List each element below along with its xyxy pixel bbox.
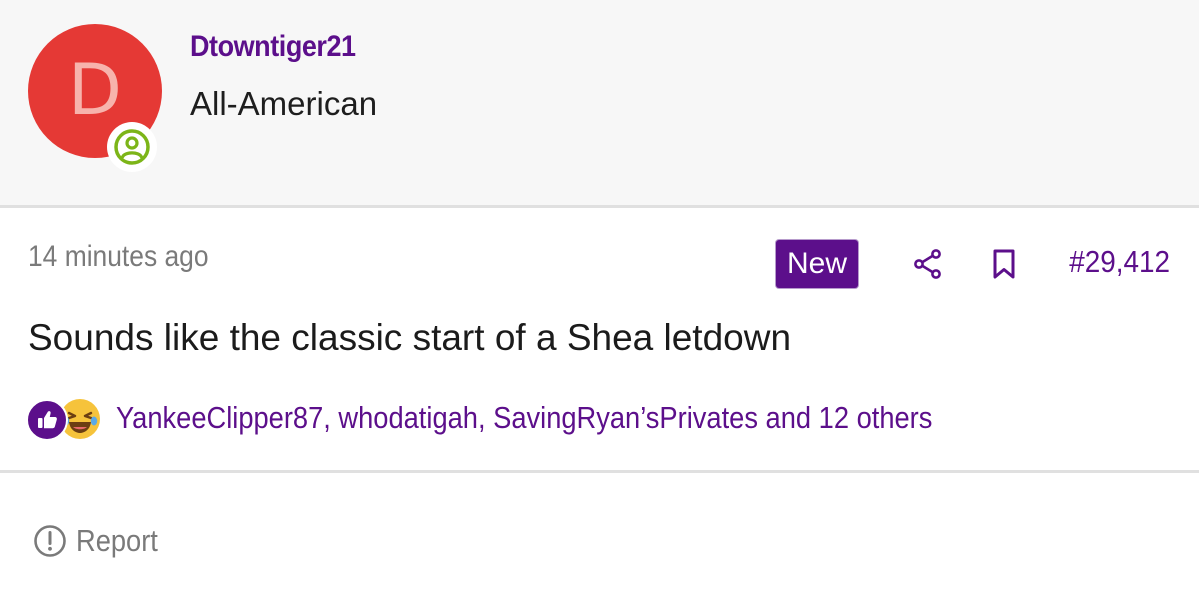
post-number-link[interactable]: #29,412 (1069, 244, 1170, 280)
reactors-list: YankeeClipper87, whodatigah, SavingRyan’… (116, 400, 933, 435)
bookmark-button[interactable] (986, 246, 1022, 282)
bookmark-icon (993, 249, 1015, 279)
thumbs-up-icon (26, 399, 68, 441)
new-badge: New (776, 240, 859, 288)
avatar-initial: D (68, 49, 122, 131)
share-button[interactable] (910, 246, 946, 282)
post-body-text: Sounds like the classic start of a Shea … (28, 317, 792, 358)
online-status-badge (107, 122, 157, 172)
user-rank-title: All-American (190, 85, 378, 122)
alert-circle-icon (34, 525, 66, 557)
report-label: Report (76, 523, 158, 558)
share-icon (914, 249, 941, 279)
online-user-icon (114, 129, 150, 165)
author-header: D Dtowntiger21 All-American (0, 0, 1199, 208)
forum-post: D Dtowntiger21 All-American 14 minutes a… (0, 0, 1199, 607)
reactions-summary[interactable]: YankeeClipper87, whodatigah, SavingRyan’… (26, 393, 1044, 443)
post-divider (0, 470, 1199, 473)
post-timestamp: 14 minutes ago (28, 240, 209, 273)
reaction-icons (26, 395, 106, 441)
username-link[interactable]: Dtowntiger21 (190, 30, 356, 64)
report-button[interactable]: Report (33, 523, 169, 559)
